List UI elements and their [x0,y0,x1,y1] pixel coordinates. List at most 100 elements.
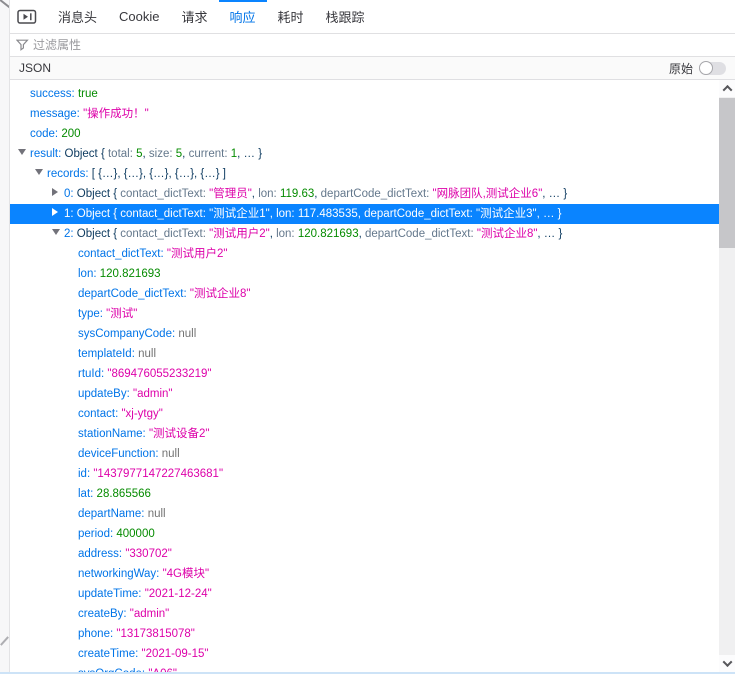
json-key: updateBy: [78,388,133,400]
json-value-string: "2021-12-24" [144,588,212,600]
json-value-string: "测试" [106,308,138,320]
raw-toggle-knob [699,61,713,75]
json-key: id: [78,468,94,480]
json-tree-row[interactable]: type: "测试" [10,304,719,324]
json-value-object: , … } [536,208,562,220]
json-value-string: "admin" [132,388,173,400]
json-tree-row[interactable]: lat: 28.865566 [10,484,719,504]
json-value-pkey: departCode_dictText: [364,208,476,220]
json-value-pkey: size: [148,148,176,160]
json-value-string: "管理员" [209,188,252,200]
json-value-string: "测试用户2" [166,248,228,260]
collapse-arrow-icon[interactable] [52,224,64,244]
json-value-number: 120.821693 [99,268,161,280]
json-value-pkey: lon: [276,228,298,240]
json-value-pkey: lon: [258,188,280,200]
tab-0[interactable]: 消息头 [47,0,108,33]
filter-row [10,34,735,57]
tab-5[interactable]: 栈跟踪 [315,0,376,33]
json-tree-row[interactable]: 2: Object { contact_dictText: "测试用户2", l… [10,224,719,244]
tab-3[interactable]: 响应 [218,0,267,33]
tab-4[interactable]: 耗时 [267,0,315,33]
json-key: lon: [78,268,100,280]
json-value-string: "2021-09-15" [141,648,209,660]
detail-tabs: 消息头 Cookie 请求 响应 耗时 栈跟踪 [47,0,376,33]
json-key: departCode_dictText: [78,288,190,300]
json-tree-row[interactable]: phone: "13173815078" [10,624,719,644]
json-value-string: "13173815078" [116,628,195,640]
json-tree-row[interactable]: period: 400000 [10,524,719,544]
scroll-up-button[interactable] [719,80,735,97]
json-tree-row[interactable]: message: "操作成功！" [10,104,719,124]
expand-arrow-icon[interactable] [52,184,64,204]
json-tree-row[interactable]: lon: 120.821693 [10,264,719,284]
json-tree-row[interactable]: result: Object { total: 5, size: 5, curr… [10,144,719,164]
filter-funnel-icon [16,39,29,51]
scrollbar-thumb[interactable] [719,98,735,248]
expand-arrow-icon[interactable] [52,204,64,224]
json-key: departName: [78,508,148,520]
json-tree-row[interactable]: contact: "xj-ytgy" [10,404,719,424]
json-tree-row[interactable]: contact_dictText: "测试用户2" [10,244,719,264]
json-tree-row[interactable]: updateBy: "admin" [10,384,719,404]
json-key: deviceFunction: [78,448,162,460]
detail-tabbar: 消息头 Cookie 请求 响应 耗时 栈跟踪 [10,0,735,34]
collapse-arrow-icon[interactable] [18,144,30,164]
json-value-null: null [161,448,180,460]
json-value-object: [ {…}, {…}, {…}, {…}, {…} ] [91,168,226,180]
json-value-number: 120.821693 [297,228,359,240]
json-tree-row[interactable]: departName: null [10,504,719,524]
json-value-object: Object { [64,148,108,160]
vertical-scrollbar[interactable] [719,80,735,674]
json-tree-row[interactable]: networkingWay: "4G模块" [10,564,719,584]
json-tree-row[interactable]: updateTime: "2021-12-24" [10,584,719,604]
json-tree-row[interactable]: createTime: "2021-09-15" [10,644,719,664]
json-value-null: null [138,348,156,360]
tab-1[interactable]: Cookie [108,0,170,33]
panel-splitter[interactable] [0,0,10,674]
json-key: success: [30,88,78,100]
json-key: sysCompanyCode: [78,328,179,340]
json-key: templateId: [78,348,139,360]
json-tree-row[interactable]: records: [ {…}, {…}, {…}, {…}, {…} ] [10,164,719,184]
json-key: result: [30,148,65,160]
json-key: 2: [64,228,77,240]
raw-toggle-switch[interactable] [699,61,726,75]
json-tree-row[interactable]: 1: Object { contact_dictText: "测试企业1", l… [10,204,719,224]
json-tree-row[interactable]: 0: Object { contact_dictText: "管理员", lon… [10,184,719,204]
json-value-string: "网脉团队,测试企业6" [432,188,543,200]
json-tree-row[interactable]: deviceFunction: null [10,444,719,464]
json-tree-row[interactable]: departCode_dictText: "测试企业8" [10,284,719,304]
json-value-object: Object { [76,188,121,200]
json-key: contact: [78,408,122,420]
json-value-string: "1437977147227463681" [93,468,224,480]
json-tree-row[interactable]: sysCompanyCode: null [10,324,719,344]
json-tree-row[interactable]: stationName: "测试设备2" [10,424,719,444]
json-key: networkingWay: [78,568,163,580]
json-key: phone: [78,628,117,640]
json-key: 0: [64,188,77,200]
json-tree-row[interactable]: createBy: "admin" [10,604,719,624]
json-tree-row[interactable]: success: true [10,84,719,104]
scroll-down-button[interactable] [719,655,735,672]
collapse-arrow-icon[interactable] [35,164,47,184]
tab-2[interactable]: 请求 [170,0,218,33]
json-tree-row[interactable]: address: "330702" [10,544,719,564]
json-tree-row[interactable]: rtuId: "869476055233219" [10,364,719,384]
splitter-mark [0,636,9,646]
json-value-string: "测试企业1" [209,208,270,220]
json-value-object: , … } [237,148,263,160]
json-key: 1: [64,208,77,220]
json-tree-row[interactable]: templateId: null [10,344,719,364]
json-key: rtuId: [78,368,108,380]
json-key: type: [78,308,107,320]
filter-properties-input[interactable] [33,38,735,52]
json-value-number: 117.483535 [297,208,358,220]
json-key: createTime: [78,648,142,660]
json-tree-row[interactable]: id: "1437977147227463681" [10,464,719,484]
json-key: updateTime: [78,588,145,600]
raw-toggle-label: 原始 [668,61,693,76]
open-in-panel-icon[interactable] [14,0,40,33]
json-tree-row[interactable]: code: 200 [10,124,719,144]
json-value-string: "4G模块" [162,568,210,580]
